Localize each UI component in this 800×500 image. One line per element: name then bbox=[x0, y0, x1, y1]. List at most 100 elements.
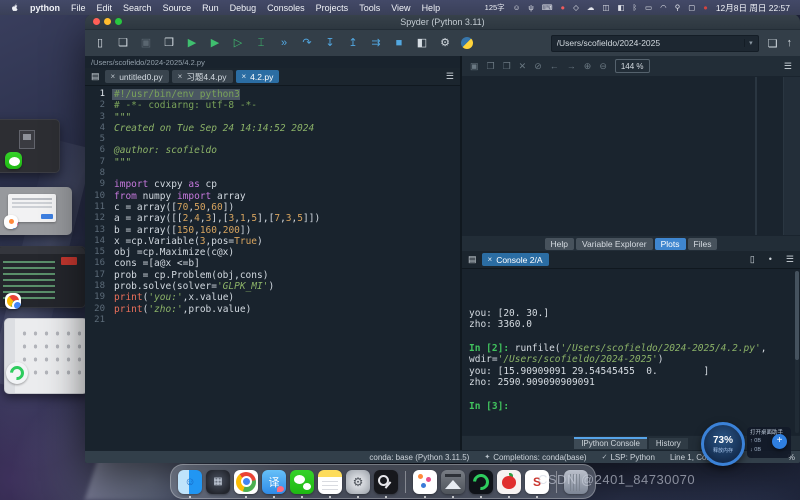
open-file-button[interactable]: ❏ bbox=[116, 38, 130, 49]
editor-tab-untitled0.py[interactable]: ×untitled0.py bbox=[105, 70, 169, 83]
dictation-mic-icon[interactable]: ψ bbox=[528, 4, 533, 12]
save-plot-icon[interactable]: ▣ bbox=[470, 62, 479, 71]
interrupt-kernel-icon[interactable]: • bbox=[767, 255, 774, 264]
grid-app-icon[interactable]: ◫ bbox=[602, 4, 609, 12]
options-menu-icon[interactable]: ☰ bbox=[444, 72, 456, 81]
previous-plot-icon[interactable]: ← bbox=[550, 62, 559, 71]
browse-tabs-icon[interactable]: ▤ bbox=[89, 72, 102, 81]
lsp-status[interactable]: ✓LSP: Python bbox=[602, 453, 655, 462]
system-settings-dock-icon[interactable]: ⚙ bbox=[346, 469, 370, 494]
apple-menu[interactable] bbox=[10, 2, 19, 13]
next-plot-icon[interactable]: → bbox=[567, 62, 576, 71]
run-selection-button[interactable]: ⌶ bbox=[254, 38, 268, 49]
console-tab[interactable]: × Console 2/A bbox=[482, 253, 549, 266]
editor-tab-习题4.4.py[interactable]: ×习题4.4.py bbox=[172, 70, 233, 83]
notes-dock-icon[interactable] bbox=[318, 469, 342, 494]
tab-history[interactable]: History bbox=[649, 438, 688, 449]
shapes-icon[interactable]: ◇ bbox=[573, 4, 579, 12]
chrome-dock-icon[interactable] bbox=[234, 469, 258, 494]
passwords-dock-icon[interactable] bbox=[374, 469, 398, 494]
finder-dock-icon[interactable]: ☺ bbox=[178, 469, 202, 494]
zoom-window-button[interactable] bbox=[115, 18, 122, 25]
menu-view[interactable]: View bbox=[391, 3, 410, 13]
close-window-button[interactable] bbox=[93, 18, 100, 25]
menu-search[interactable]: Search bbox=[123, 3, 152, 13]
preferences-wrench-button[interactable]: ⚙ bbox=[438, 38, 452, 49]
input-method-status[interactable]: 125字 bbox=[485, 2, 505, 13]
editor-tab-4.2.py[interactable]: ×4.2.py bbox=[236, 70, 280, 83]
title-bar[interactable]: Spyder (Python 3.11) bbox=[85, 14, 800, 30]
copy-plot-icon[interactable]: ❐ bbox=[503, 62, 511, 71]
save-all-plots-icon[interactable]: ❒ bbox=[487, 62, 495, 71]
wechat-dock-icon[interactable] bbox=[290, 469, 314, 494]
modeling-app-dock-icon[interactable] bbox=[413, 469, 437, 494]
translate-dock-icon[interactable]: 译 bbox=[262, 469, 286, 494]
ipython-console[interactable]: you: [20. 30.]zho: 3360.0 In [2]: runfil… bbox=[462, 269, 800, 435]
step-out-button[interactable]: ↥ bbox=[346, 38, 360, 49]
tab-ipython-console[interactable]: IPython Console bbox=[574, 437, 647, 449]
panel-tab-help[interactable]: Help bbox=[545, 238, 574, 250]
zoom-level[interactable]: 144 % bbox=[615, 59, 650, 73]
step-over-button[interactable]: ↷ bbox=[300, 38, 314, 49]
media-app-dock-icon[interactable] bbox=[441, 469, 465, 494]
panel-tab-files[interactable]: Files bbox=[688, 238, 718, 250]
memory-cleaner-widget[interactable]: 73% 释放内存 bbox=[701, 422, 745, 466]
run-file-button[interactable]: ▶ bbox=[185, 38, 199, 49]
python-env-button[interactable] bbox=[461, 37, 473, 49]
panel-tab-variable-explorer[interactable]: Variable Explorer bbox=[576, 238, 653, 250]
new-file-button[interactable]: ▯ bbox=[93, 38, 107, 49]
step-into-button[interactable]: ↧ bbox=[323, 38, 337, 49]
run-cell-advance-button[interactable]: ▷ bbox=[231, 38, 245, 49]
cloud-app-icon[interactable]: ☁ bbox=[587, 4, 595, 12]
green-loop-app-dock-icon[interactable] bbox=[469, 469, 493, 494]
close-icon[interactable]: × bbox=[178, 72, 183, 81]
red-apple-app-dock-icon[interactable] bbox=[497, 469, 521, 494]
save-button[interactable]: ▣ bbox=[139, 38, 153, 49]
menu-run[interactable]: Run bbox=[202, 3, 219, 13]
plots-options-menu-icon[interactable]: ☰ bbox=[784, 61, 792, 72]
parent-directory-button[interactable]: ↑ bbox=[787, 37, 793, 49]
debug-file-button[interactable]: » bbox=[277, 38, 291, 49]
working-directory-combobox[interactable]: /Users/scofieldo/2024-2025 ▾ bbox=[551, 35, 759, 52]
display-icon[interactable]: ▢ bbox=[688, 4, 695, 12]
options-menu-icon[interactable]: ☰ bbox=[784, 255, 796, 264]
battery-icon[interactable]: ▭ bbox=[645, 4, 652, 12]
interpreter-status[interactable]: conda: base (Python 3.11.5) bbox=[369, 453, 469, 462]
close-icon[interactable]: × bbox=[488, 255, 493, 264]
plots-canvas[interactable] bbox=[462, 77, 755, 235]
close-icon[interactable]: × bbox=[111, 72, 116, 81]
browse-tabs-icon[interactable]: ▤ bbox=[466, 255, 479, 264]
close-icon[interactable]: × bbox=[242, 72, 247, 81]
remove-plot-icon[interactable]: ✕ bbox=[519, 62, 527, 71]
remove-all-plots-icon[interactable]: ⊘ bbox=[534, 62, 542, 71]
zoom-out-icon[interactable]: ⊖ bbox=[599, 62, 607, 71]
menu-tools[interactable]: Tools bbox=[359, 3, 380, 13]
panel-tab-plots[interactable]: Plots bbox=[655, 238, 686, 250]
menu-edit[interactable]: Edit bbox=[97, 3, 113, 13]
bluetooth-icon[interactable]: ᛒ bbox=[633, 4, 638, 12]
menu-help[interactable]: Help bbox=[422, 3, 441, 13]
zoom-in-icon[interactable]: ⊕ bbox=[584, 62, 592, 71]
browse-directory-button[interactable]: ❏ bbox=[768, 37, 778, 50]
spotlight-search-icon[interactable]: ⚲ bbox=[675, 4, 681, 12]
stage-manager-icon[interactable]: ◧ bbox=[617, 4, 624, 12]
new-console-icon[interactable]: ▯ bbox=[748, 255, 757, 264]
screen-record-icon[interactable]: ● bbox=[561, 4, 566, 12]
code-editor[interactable]: 1#!/usr/bin/env python32# -*- codiarng: … bbox=[85, 86, 460, 450]
stop-button[interactable]: ■ bbox=[392, 38, 406, 49]
menu-clock[interactable]: 12月8日 周日 22:57 bbox=[716, 2, 790, 14]
keyboard-icon[interactable]: ⌨ bbox=[542, 4, 553, 12]
notification-dot-icon[interactable]: ● bbox=[703, 4, 708, 12]
app-menu[interactable]: python bbox=[30, 3, 60, 13]
maximize-pane-button[interactable]: ◧ bbox=[415, 38, 429, 49]
menu-projects[interactable]: Projects bbox=[316, 3, 349, 13]
completions-status[interactable]: ✦Completions: conda(base) bbox=[484, 453, 586, 462]
console-scrollbar[interactable] bbox=[795, 271, 799, 433]
minimize-window-button[interactable] bbox=[104, 18, 111, 25]
plots-thumbnail-strip[interactable] bbox=[757, 77, 783, 235]
menu-file[interactable]: File bbox=[71, 3, 86, 13]
menu-source[interactable]: Source bbox=[163, 3, 192, 13]
assistant-plus-button[interactable]: + bbox=[772, 434, 787, 449]
emoji-picker-icon[interactable]: ☺ bbox=[513, 4, 521, 12]
continue-button[interactable]: ⇉ bbox=[369, 38, 383, 49]
